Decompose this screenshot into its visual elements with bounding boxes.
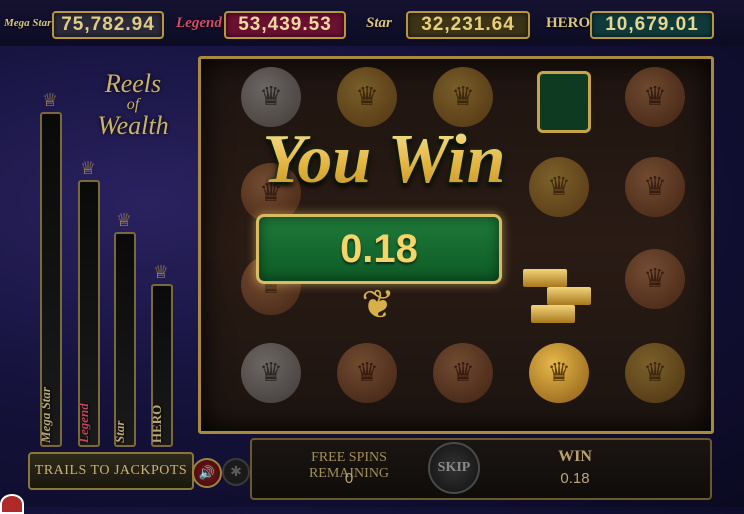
skip-button[interactable]: SKIP	[428, 442, 480, 494]
bronze-crown-coin-icon: ♛	[625, 67, 685, 127]
bronze-crown-coin-icon: ♛	[433, 343, 493, 403]
logo-line-2: of	[126, 96, 140, 113]
gold-bars-icon	[523, 269, 567, 287]
jackpot-mega-star: Mega Star 75,782.94	[4, 8, 164, 39]
jackpot-hero-value: 10,679.01	[590, 11, 714, 39]
trail-hero-label: HERO	[149, 404, 164, 443]
jackpot-mega-star-label: Mega Star	[4, 17, 52, 29]
bronze-crown-coin-icon: ♛	[337, 343, 397, 403]
trail-cap-icon: ♕	[152, 262, 170, 282]
jackpot-hero: HERO 10,679.01	[546, 8, 716, 39]
win-value: 0.18	[560, 470, 590, 487]
trail-star-label: Star	[112, 420, 127, 443]
corner-badge-icon[interactable]	[0, 494, 24, 514]
silver-crown-coin-icon: ♛	[241, 343, 301, 403]
reel-5: ♛ ♛ ♛ ♛	[607, 59, 703, 431]
logo-line-3: Wealth	[97, 111, 169, 140]
jackpot-legend-value: 53,439.53	[224, 11, 346, 39]
gold-crown-coin-icon: ♛	[625, 343, 685, 403]
bronze-crown-coin-icon: ♛	[625, 249, 685, 309]
jackpot-star-label: Star	[366, 14, 392, 31]
free-spins-value: 0	[344, 470, 354, 487]
you-win-title: You Win	[246, 112, 522, 208]
gold-crown-coin-icon: ♛	[529, 157, 589, 217]
speaker-icon[interactable]: 🔊	[192, 458, 222, 488]
gold-bars-icon	[547, 287, 591, 305]
win-amount: 0.18	[340, 226, 418, 271]
jackpot-legend: Legend 53,439.53	[176, 8, 348, 39]
trail-legend-label: Legend	[76, 403, 91, 443]
trail-cap-icon: ♕	[79, 158, 97, 178]
trail-cap-icon: ♕	[115, 210, 133, 230]
gold-bars-icon	[531, 305, 575, 323]
reel-4: ♛ ♛	[511, 59, 607, 431]
jackpot-hero-label: HERO	[546, 14, 591, 31]
ornament-flourish-icon: ❦	[361, 282, 395, 327]
game-logo: Reels of Wealth	[78, 70, 188, 150]
emerald-gem-icon	[537, 71, 591, 133]
bronze-crown-coin-icon: ♛	[625, 157, 685, 217]
jackpot-star-value: 32,231.64	[406, 11, 530, 39]
trail-mega-star-label: Mega Star	[38, 387, 53, 443]
win-label: WIN	[558, 448, 592, 465]
bottom-bar: FREE SPINS REMAINING 0 SKIP WIN 0.18	[250, 438, 712, 500]
win-amount-plaque: 0.18	[256, 214, 502, 284]
gold-crown-coin-icon: ♛	[529, 343, 589, 403]
jackpot-star: Star 32,231.64	[366, 8, 532, 39]
logo-line-1: Reels	[104, 69, 162, 98]
jackpot-mega-star-value: 75,782.94	[52, 11, 164, 39]
jackpot-bar: Mega Star 75,782.94 Legend 53,439.53 Sta…	[0, 0, 744, 46]
trails-to-jackpots-button[interactable]: TRAILS TO JACKPOTS	[28, 452, 194, 490]
settings-icon[interactable]: ✱	[222, 458, 250, 486]
trail-cap-icon: ♕	[41, 90, 59, 110]
